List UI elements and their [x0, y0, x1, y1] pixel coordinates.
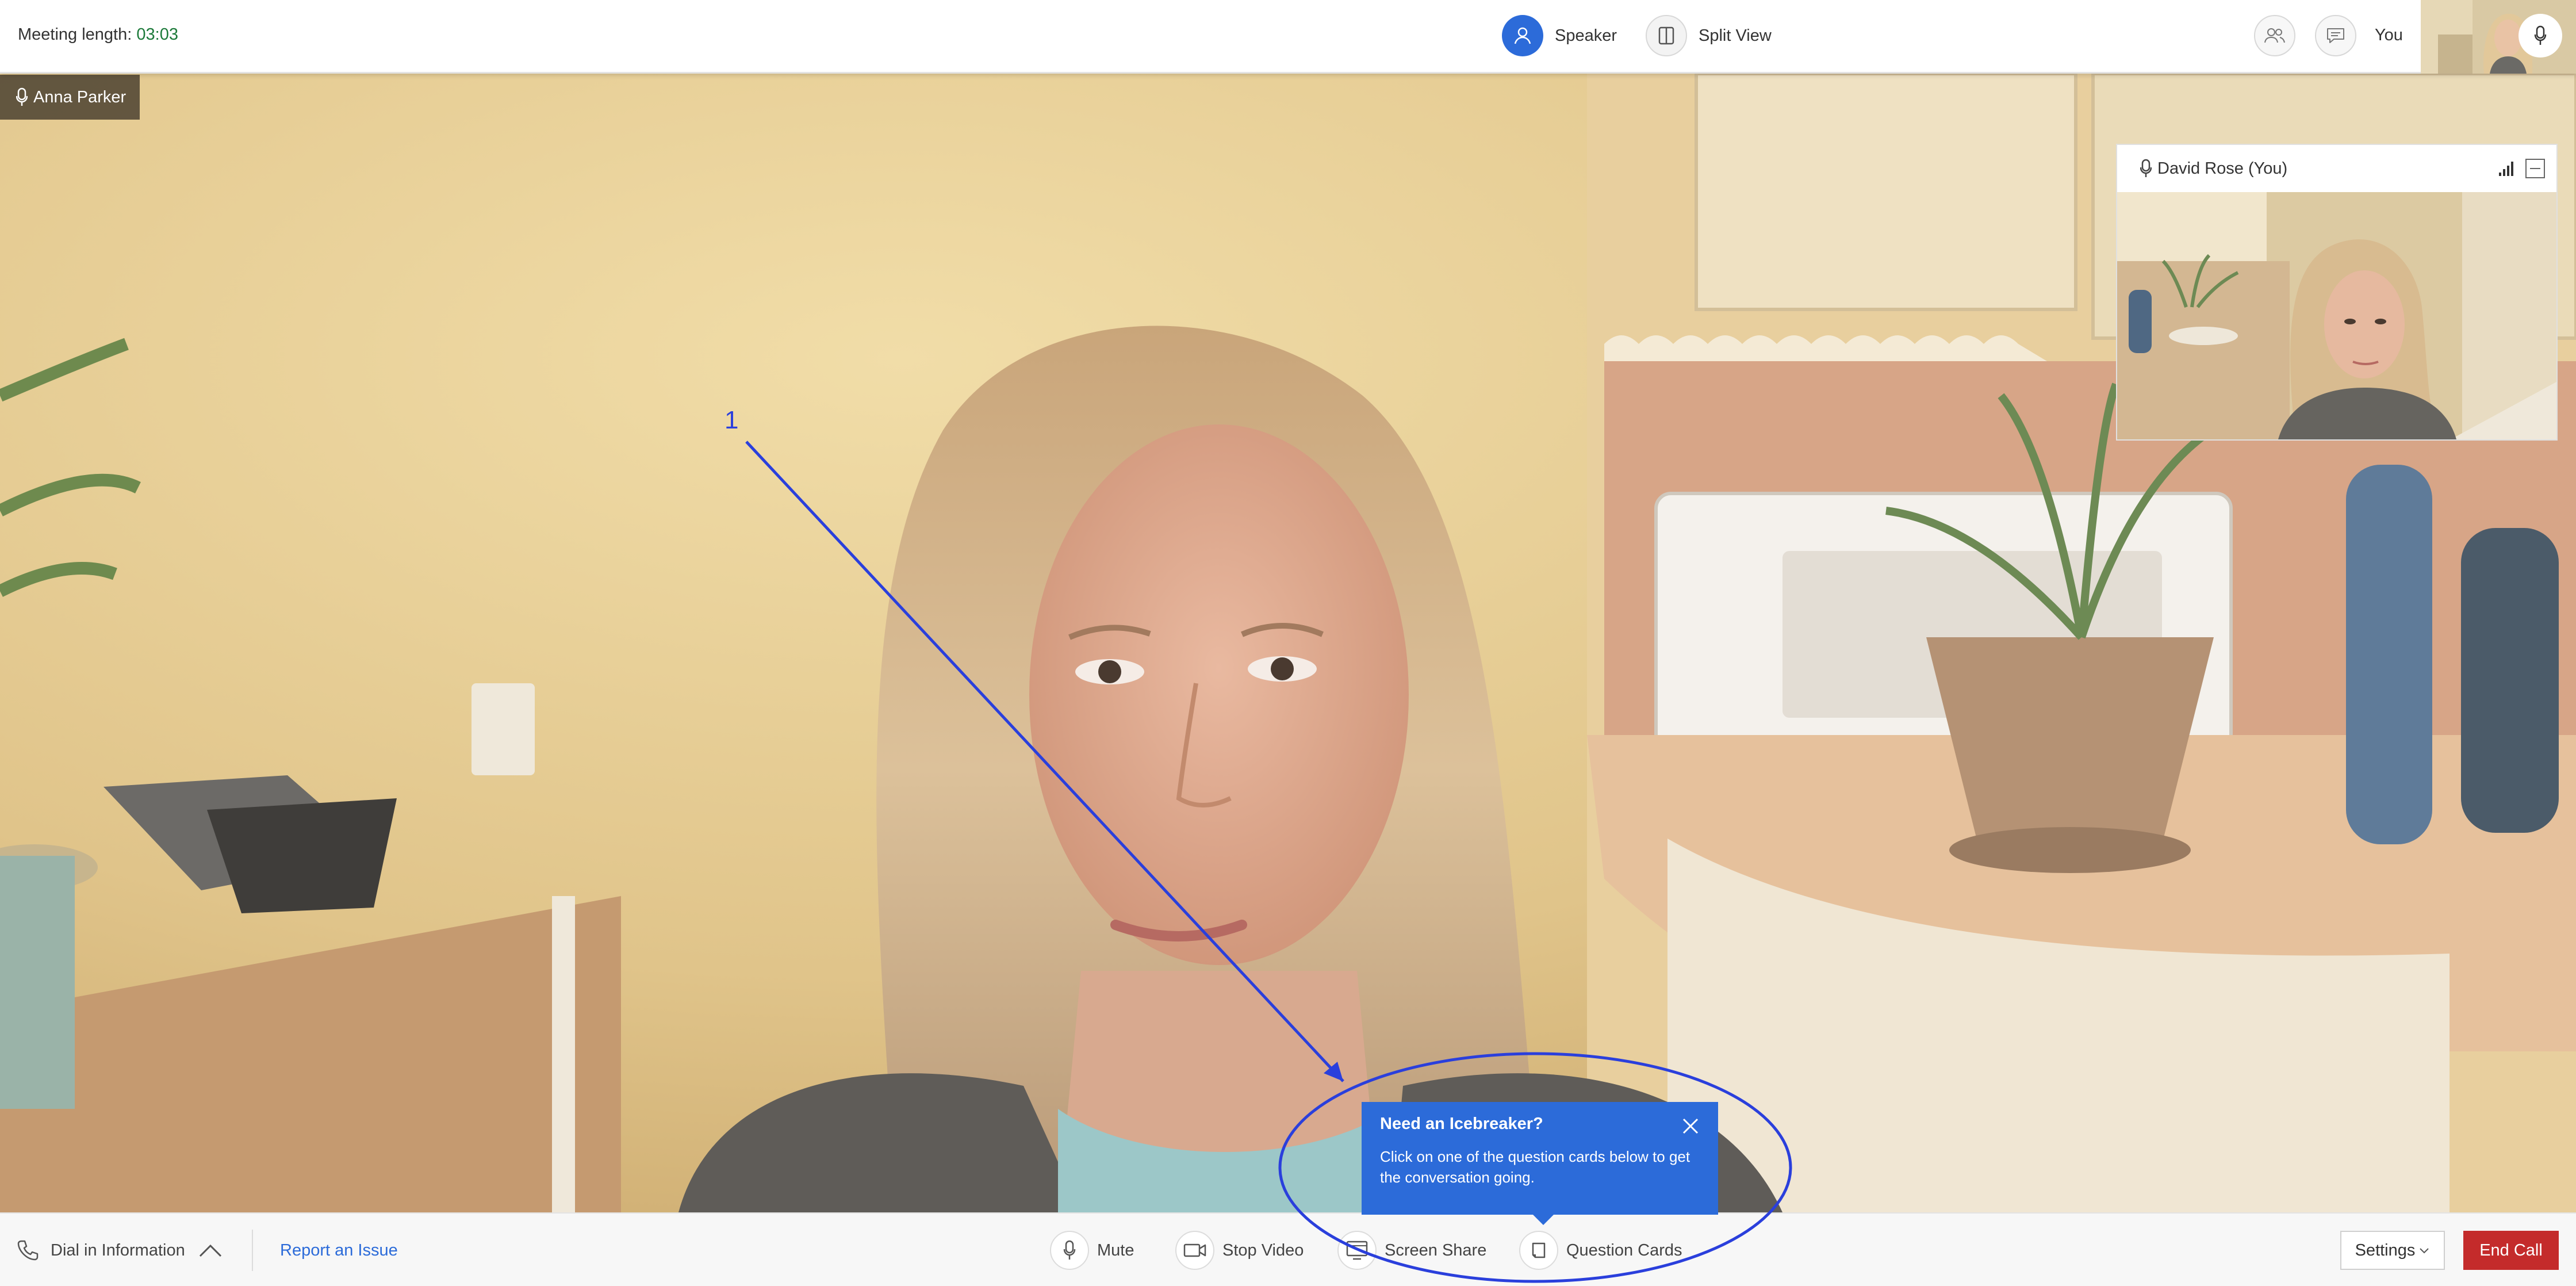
participants-icon[interactable]: [2254, 15, 2295, 56]
screen-share-label: Screen Share: [1385, 1241, 1487, 1260]
screen-share-icon: [1337, 1231, 1377, 1270]
dial-in-label: Dial in Information: [51, 1241, 185, 1260]
mute-label: Mute: [1097, 1241, 1134, 1260]
chevron-up-icon[interactable]: [198, 1239, 223, 1262]
minimize-icon[interactable]: [2525, 159, 2545, 178]
stop-video-button[interactable]: Stop Video: [1175, 1231, 1304, 1270]
toolbar-divider: [252, 1230, 253, 1271]
microphone-icon: [2140, 159, 2152, 177]
split-view-button[interactable]: Split View: [1646, 14, 1772, 58]
microphone-icon: [1050, 1231, 1089, 1270]
self-view-name: David Rose (You): [2157, 159, 2288, 178]
close-icon[interactable]: [1679, 1115, 1702, 1138]
split-view-icon: [1646, 15, 1687, 56]
report-issue-link[interactable]: Report an Issue: [280, 1241, 398, 1260]
question-cards-icon: [1519, 1231, 1558, 1270]
meeting-length-label: Meeting length:: [18, 25, 132, 44]
question-cards-label: Question Cards: [1566, 1241, 1682, 1260]
dial-in-information-button[interactable]: Dial in Information: [16, 1231, 185, 1270]
split-view-label: Split View: [1699, 26, 1772, 45]
settings-label: Settings: [2355, 1241, 2416, 1260]
icebreaker-body: Click on one of the question cards below…: [1380, 1148, 1690, 1186]
bottom-toolbar: Dial in Information Report an Issue Mute…: [0, 1212, 2576, 1286]
person-icon: [1502, 15, 1543, 56]
speaker-view-label: Speaker: [1555, 26, 1617, 45]
meeting-length: Meeting length: 03:03: [18, 25, 178, 44]
icebreaker-title: Need an Icebreaker?: [1380, 1115, 1543, 1133]
mute-button[interactable]: Mute: [1050, 1231, 1134, 1270]
chevron-down-icon: [2420, 1248, 2429, 1254]
settings-button[interactable]: Settings: [2340, 1231, 2445, 1270]
you-label: You: [2375, 26, 2403, 44]
self-view-header: David Rose (You): [2117, 145, 2556, 192]
meeting-length-timer: 03:03: [136, 25, 178, 44]
signal-strength-icon: [2499, 162, 2513, 176]
speaker-view-button[interactable]: Speaker: [1502, 14, 1617, 58]
end-call-button[interactable]: End Call: [2463, 1231, 2559, 1270]
question-cards-button[interactable]: Question Cards: [1519, 1231, 1682, 1270]
icebreaker-tooltip: Need an Icebreaker? Click on one of the …: [1362, 1102, 1718, 1225]
microphone-icon: [16, 87, 28, 106]
speaker-name-tag: Anna Parker: [0, 75, 140, 120]
self-thumbnail[interactable]: [2421, 0, 2576, 74]
speaker-name: Anna Parker: [33, 87, 126, 106]
self-view-video: [2117, 192, 2556, 439]
phone-icon: [17, 1240, 39, 1261]
stop-video-label: Stop Video: [1222, 1241, 1304, 1260]
top-bar: Meeting length: 03:03 Speaker Split View…: [0, 0, 2576, 74]
microphone-icon[interactable]: [2518, 14, 2562, 58]
chat-icon[interactable]: [2315, 15, 2356, 56]
self-view-tile[interactable]: David Rose (You): [2116, 144, 2558, 441]
video-camera-icon: [1175, 1231, 1214, 1270]
annotation-label: 1: [724, 406, 739, 434]
screen-share-button[interactable]: Screen Share: [1337, 1231, 1486, 1270]
